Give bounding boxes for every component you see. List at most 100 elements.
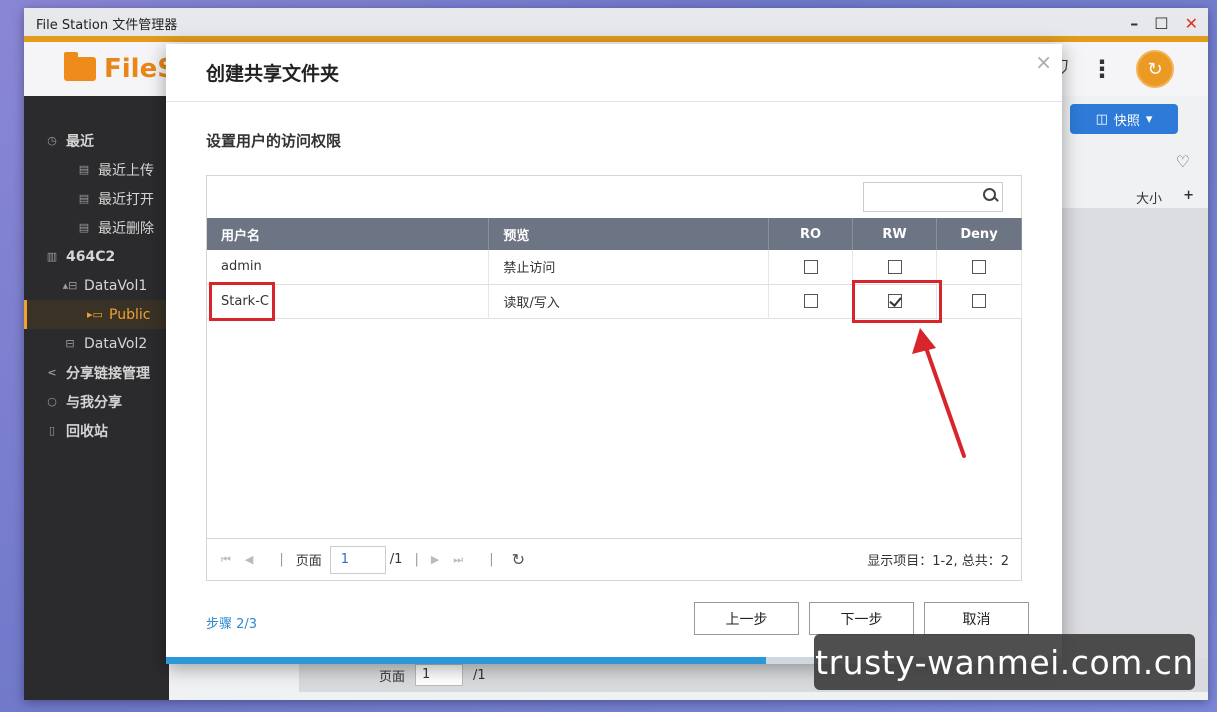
close-window-icon[interactable]: ✕: [1185, 15, 1198, 32]
sidebar-item-recent-open[interactable]: ▤ 最近打开: [24, 184, 169, 213]
preview-cell: 禁止访问: [488, 250, 770, 285]
add-column-icon[interactable]: +: [1183, 188, 1194, 203]
last-page-icon[interactable]: ⏭: [453, 553, 463, 567]
sidebar-item-label: 最近打开: [98, 191, 154, 208]
pager-label: 页面: [379, 669, 406, 685]
window-title: File Station 文件管理器: [36, 18, 178, 33]
sidebar-item-recent-upload[interactable]: ▤ 最近上传: [24, 155, 169, 184]
title-bar: File Station 文件管理器 – ☐ ✕: [24, 8, 1208, 36]
watermark: trusty-wanmei.com.cn: [814, 634, 1195, 690]
rw-checkbox[interactable]: [887, 259, 902, 274]
trash-icon: ▯: [48, 424, 56, 437]
column-header-ro[interactable]: RO: [768, 218, 854, 250]
sidebar-item-label: 回收站: [66, 423, 108, 440]
refresh-icon[interactable]: ↻: [512, 550, 525, 569]
pager-divider: |: [279, 552, 284, 567]
preview-cell: 读取/写入: [488, 284, 770, 319]
username-highlight-box: [209, 282, 275, 321]
header-tools: ⛉ ⋮ ↻: [1051, 50, 1208, 88]
clock-icon: ◷: [47, 134, 57, 147]
pager-divider: |: [489, 552, 494, 567]
pager-divider: |: [414, 552, 419, 567]
chevron-down-icon: ▾: [1145, 111, 1153, 127]
sidebar-item-shared-with-me[interactable]: ○ 与我分享: [24, 387, 169, 416]
pager-info: 显示项目：1-2, 总共：2: [867, 554, 1009, 569]
maximize-icon[interactable]: ☐: [1154, 15, 1168, 32]
sidebar-item-label: 最近: [66, 133, 94, 150]
cancel-button[interactable]: 取消: [924, 602, 1029, 635]
user-avatar[interactable]: ↻: [1136, 50, 1174, 88]
table-header-row: 用户名 预览 RO RW Deny: [207, 218, 1022, 250]
nas-icon: ▥: [46, 250, 58, 263]
create-shared-folder-dialog: 创建共享文件夹 × 设置用户的访问权限 用户名 预览 RO RW Deny ad…: [166, 44, 1062, 664]
column-header-username[interactable]: 用户名: [207, 218, 490, 250]
rw-cell: [852, 250, 937, 285]
username-cell: admin: [207, 250, 490, 285]
sidebar-item-label: DataVol1: [84, 277, 148, 294]
table-row: admin 禁止访问: [207, 250, 1022, 285]
page-total: /1: [389, 552, 403, 567]
sidebar: ◷ 最近 ▤ 最近上传 ▤ 最近打开 ▤ 最近删除 ▥ 464C2 ▴⊟ DataVol1 …: [24, 96, 169, 700]
shared-icon: ○: [47, 395, 57, 408]
minimize-icon[interactable]: –: [1130, 15, 1138, 32]
first-page-icon[interactable]: ⏮: [221, 553, 231, 567]
progress-bar: [166, 657, 767, 664]
search-icon[interactable]: [983, 188, 996, 201]
deny-checkbox[interactable]: [972, 294, 986, 308]
deny-cell: [936, 284, 1022, 319]
sidebar-item-public[interactable]: ▸▭ Public: [24, 300, 169, 329]
sidebar-item-label: 分享链接管理: [66, 365, 150, 382]
prev-page-icon[interactable]: ◀: [245, 553, 253, 566]
pager-label: 页面: [295, 554, 322, 569]
sidebar-item-datavol2[interactable]: ⊟ DataVol2: [24, 329, 169, 358]
next-page-icon[interactable]: ▶: [431, 553, 439, 566]
page-total: /1: [473, 667, 486, 683]
snapshot-button[interactable]: ◫ 快照 ▾: [1070, 104, 1178, 134]
size-column-header[interactable]: 大小: [1136, 188, 1162, 207]
search-box: [863, 182, 1003, 212]
app-logo: FileS: [64, 52, 176, 84]
sidebar-item-recent-delete[interactable]: ▤ 最近删除: [24, 213, 169, 242]
dialog-subtitle: 设置用户的访问权限: [206, 132, 342, 150]
next-step-button[interactable]: 下一步: [809, 602, 914, 635]
file-list-background: [1048, 208, 1208, 668]
deny-checkbox[interactable]: [972, 259, 986, 274]
sidebar-item-label: DataVol2: [84, 335, 148, 352]
sidebar-item-label: 与我分享: [66, 394, 122, 411]
sidebar-item-recent[interactable]: ◷ 最近: [24, 126, 169, 155]
heart-icon[interactable]: ♡: [1176, 152, 1190, 171]
drive-icon: ▴⊟: [62, 279, 78, 292]
previous-step-button[interactable]: 上一步: [694, 602, 799, 635]
sidebar-item-label: 最近删除: [98, 220, 154, 237]
folder-icon: ▸▭: [87, 308, 103, 321]
camera-icon: ◫: [1095, 111, 1108, 127]
file-icon: ▤: [78, 221, 90, 234]
step-indicator: 步骤 2/3: [206, 617, 258, 632]
drive-icon: ⊟: [65, 337, 75, 350]
sidebar-item-share-links[interactable]: < 分享链接管理: [24, 358, 169, 387]
sidebar-item-recycle-bin[interactable]: ▯ 回收站: [24, 416, 169, 445]
sidebar-item-nas[interactable]: ▥ 464C2: [24, 242, 169, 271]
sidebar-item-label: 最近上传: [98, 162, 154, 179]
ro-checkbox[interactable]: [803, 294, 818, 308]
file-icon: ▤: [78, 163, 90, 176]
sidebar-item-datavol1[interactable]: ▴⊟ DataVol1: [24, 271, 169, 300]
search-input[interactable]: [864, 183, 974, 211]
page-input[interactable]: 1: [329, 545, 386, 574]
column-header-deny[interactable]: Deny: [936, 218, 1022, 250]
annotation-arrow-icon: [912, 328, 966, 458]
more-menu-icon[interactable]: ⋮: [1090, 55, 1114, 83]
sidebar-item-label: Public: [109, 306, 151, 323]
column-header-rw[interactable]: RW: [852, 218, 937, 250]
grid-pager: ⏮ ◀ | 页面 1 /1 | ▶ ⏭ | ↻ 显示项目：1-2, 总共：2: [207, 538, 1021, 580]
column-header-preview[interactable]: 预览: [488, 218, 770, 250]
dialog-title: 创建共享文件夹: [166, 44, 1062, 102]
window-controls: – ☐ ✕: [1130, 15, 1208, 32]
snapshot-label: 快照: [1113, 113, 1140, 129]
ro-checkbox[interactable]: [803, 259, 818, 274]
folder-logo-icon: [64, 52, 96, 81]
ro-cell: [768, 250, 854, 285]
deny-cell: [936, 250, 1022, 285]
page-input[interactable]: 1: [415, 664, 464, 686]
close-icon[interactable]: ×: [1035, 50, 1052, 74]
